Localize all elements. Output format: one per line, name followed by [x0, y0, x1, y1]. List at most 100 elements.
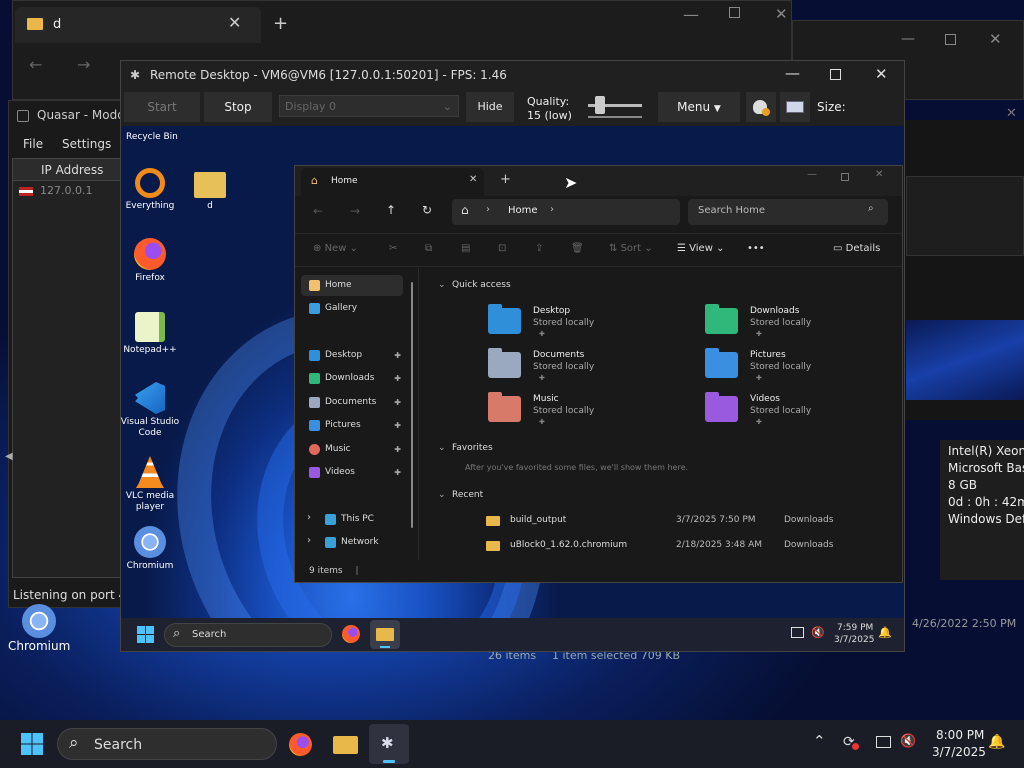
- refresh-icon[interactable]: ↻: [422, 203, 432, 217]
- sidebar-item-downloads[interactable]: Downloads ✚: [301, 368, 403, 389]
- sidebar-scrollbar[interactable]: [411, 282, 413, 528]
- table-row[interactable]: 127.0.0.1: [13, 183, 127, 201]
- mouse-toggle-button[interactable]: [746, 92, 776, 122]
- address-bar[interactable]: ⌂ › Home ›: [452, 199, 680, 225]
- sidebar-item-home[interactable]: Home: [301, 275, 403, 296]
- close-tab-icon[interactable]: ✕: [228, 13, 241, 32]
- rename-icon[interactable]: ⊡: [498, 243, 506, 254]
- remote-clock-date[interactable]: 3/7/2025: [834, 635, 874, 645]
- view-button[interactable]: ☰ View ⌄: [677, 243, 724, 254]
- close-tab-icon[interactable]: ✕: [469, 174, 477, 185]
- quick-access-header[interactable]: ⌄ Quick access: [438, 280, 511, 290]
- recycle-bin-label[interactable]: Recycle Bin: [126, 132, 178, 142]
- minimize-icon[interactable]: —: [683, 5, 699, 24]
- network-tray-icon[interactable]: [791, 627, 804, 638]
- quality-slider[interactable]: [586, 92, 644, 122]
- notifications-icon[interactable]: 🔔: [988, 734, 1005, 750]
- host-search-box[interactable]: ⌕ Search: [57, 728, 277, 760]
- sync-error-icon[interactable]: ⟳: [843, 734, 859, 750]
- sidebar-item-this-pc[interactable]: This PC: [317, 509, 419, 530]
- expand-chevron-icon[interactable]: ›: [307, 512, 311, 523]
- up-icon[interactable]: ↑: [386, 203, 396, 217]
- sidebar-item-music[interactable]: Music ✚: [301, 439, 403, 460]
- host-clock-time[interactable]: 8:00 PM: [936, 728, 984, 742]
- sidebar-item-videos[interactable]: Videos ✚: [301, 462, 403, 483]
- file-explorer-icon[interactable]: [333, 736, 358, 754]
- chevron-up-icon[interactable]: ⌃: [813, 732, 826, 750]
- new-tab-icon[interactable]: +: [273, 13, 288, 34]
- quasar-taskbar-button[interactable]: ✱: [369, 724, 409, 764]
- d-folder-shortcut[interactable]: d: [180, 168, 240, 212]
- favorites-header[interactable]: ⌄ Favorites: [438, 443, 493, 453]
- breadcrumb-home[interactable]: Home: [508, 205, 538, 216]
- host-clock-date[interactable]: 3/7/2025: [932, 745, 986, 759]
- menu-button[interactable]: Menu ▼: [658, 92, 740, 122]
- vlc-shortcut[interactable]: VLC media player: [120, 456, 180, 513]
- forward-icon[interactable]: →: [77, 55, 90, 74]
- explorer-taskbar-button[interactable]: [370, 620, 400, 649]
- minimize-icon[interactable]: —: [901, 31, 915, 47]
- quick-access-music[interactable]: Music Stored locally ✚: [488, 392, 688, 432]
- volume-muted-icon[interactable]: 🔇: [900, 734, 916, 749]
- everything-shortcut[interactable]: Everything: [120, 168, 180, 212]
- copy-icon[interactable]: ⧉: [425, 243, 432, 254]
- network-tray-icon[interactable]: [876, 736, 891, 748]
- search-box[interactable]: Search Home ⌕: [688, 199, 888, 225]
- start-icon[interactable]: [21, 733, 43, 755]
- back-icon[interactable]: ←: [29, 55, 42, 74]
- forward-icon[interactable]: →: [350, 204, 360, 218]
- firefox-icon[interactable]: [342, 625, 360, 643]
- close-icon[interactable]: ✕: [875, 65, 888, 83]
- quality-slider-thumb[interactable]: [595, 96, 605, 114]
- minimize-icon[interactable]: —: [807, 169, 817, 180]
- chromium-shortcut[interactable]: Chromium: [120, 526, 180, 572]
- expand-chevron-icon[interactable]: ›: [307, 535, 311, 546]
- remote-clock-time[interactable]: 7:59 PM: [837, 623, 873, 633]
- sort-button[interactable]: ⇅ Sort ⌄: [609, 243, 653, 254]
- vscode-shortcut[interactable]: Visual Studio Code: [120, 382, 180, 439]
- close-icon[interactable]: ✕: [989, 30, 1002, 48]
- menu-file[interactable]: File: [23, 137, 43, 151]
- stop-button[interactable]: Stop: [204, 92, 272, 122]
- start-icon[interactable]: [137, 626, 154, 643]
- menu-settings[interactable]: Settings: [62, 137, 111, 151]
- firefox-shortcut[interactable]: Firefox: [120, 238, 180, 284]
- sidebar-item-gallery[interactable]: Gallery: [301, 298, 403, 319]
- side-arrow-icon[interactable]: ◀: [5, 451, 13, 462]
- quick-access-downloads[interactable]: Downloads Stored locally ✚: [705, 304, 905, 344]
- notepadpp-shortcut[interactable]: Notepad++: [120, 312, 180, 356]
- new-button[interactable]: ⊕ New ⌄: [313, 243, 358, 254]
- minimize-icon[interactable]: —: [785, 64, 800, 82]
- notifications-icon[interactable]: 🔔: [878, 626, 892, 639]
- new-tab-icon[interactable]: +: [500, 172, 511, 187]
- paste-icon[interactable]: ▤: [461, 243, 470, 254]
- sidebar-item-desktop[interactable]: Desktop ✚: [301, 345, 403, 366]
- host-chromium-shortcut[interactable]: Chromium: [8, 604, 70, 654]
- recent-header[interactable]: ⌄ Recent: [438, 490, 483, 500]
- firefox-icon[interactable]: [289, 733, 312, 756]
- back-icon[interactable]: ←: [313, 204, 323, 218]
- quick-access-desktop[interactable]: Desktop Stored locally ✚: [488, 304, 688, 344]
- sidebar-item-documents[interactable]: Documents ✚: [301, 392, 403, 413]
- maximize-icon[interactable]: [830, 69, 841, 80]
- maximize-icon[interactable]: [729, 7, 740, 18]
- keyboard-toggle-button[interactable]: [780, 92, 810, 122]
- quick-access-pictures[interactable]: Pictures Stored locally ✚: [705, 348, 905, 388]
- cut-icon[interactable]: ✂: [389, 243, 397, 254]
- sidebar-item-network[interactable]: Network: [317, 532, 419, 553]
- close-icon[interactable]: ✕: [1006, 106, 1017, 121]
- quick-access-documents[interactable]: Documents Stored locally ✚: [488, 348, 688, 388]
- close-icon[interactable]: ✕: [875, 169, 883, 180]
- remote-search-box[interactable]: ⌕ Search: [164, 623, 332, 647]
- volume-muted-icon[interactable]: 🔇: [811, 626, 825, 639]
- close-icon[interactable]: ✕: [775, 5, 788, 23]
- share-icon[interactable]: ⇪: [535, 243, 543, 254]
- more-icon[interactable]: •••: [747, 243, 765, 254]
- column-header-ip[interactable]: IP Address: [13, 159, 127, 181]
- table-row[interactable]: build_output 3/7/2025 7:50 PM Downloads: [486, 512, 886, 532]
- details-button[interactable]: ▭ Details: [833, 243, 880, 254]
- delete-icon[interactable]: 🗑: [571, 243, 584, 254]
- maximize-icon[interactable]: [841, 173, 849, 181]
- bg-explorer-tab[interactable]: [15, 7, 261, 43]
- maximize-icon[interactable]: [945, 34, 956, 45]
